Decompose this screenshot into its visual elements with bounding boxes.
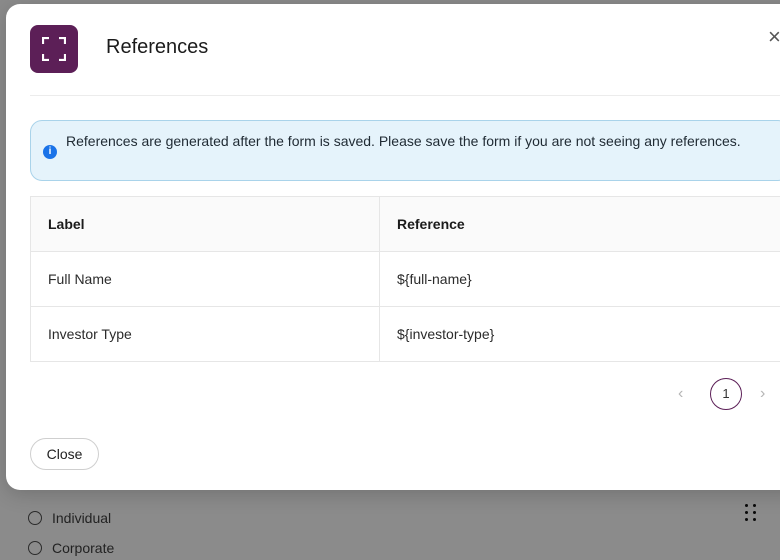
close-button[interactable]: Close [30, 438, 99, 470]
modal-title: References [106, 36, 209, 58]
reference-cell: ${full-name} [397, 271, 472, 287]
reference-cell: ${investor-type} [397, 326, 495, 342]
info-alert: i References are generated after the for… [30, 120, 780, 181]
references-modal: References × i References are generated … [6, 4, 780, 490]
previous-page-icon[interactable]: ‹ [678, 385, 683, 403]
column-header-reference: Reference [397, 216, 465, 232]
label-cell: Investor Type [30, 307, 380, 361]
table-row: Full Name ${full-name} [30, 252, 780, 307]
close-icon[interactable]: × [768, 24, 780, 50]
alert-message: References are generated after the form … [66, 133, 741, 149]
info-icon: i [43, 145, 57, 159]
column-header-label: Label [30, 197, 380, 251]
header-divider [30, 95, 780, 96]
label-cell: Full Name [30, 252, 380, 306]
table-header-row: Label Reference [30, 197, 780, 252]
page-number-button[interactable]: 1 [710, 378, 742, 410]
references-table: Label Reference Full Name ${full-name} I… [30, 196, 780, 362]
expand-icon [30, 25, 78, 73]
next-page-icon[interactable]: › [760, 385, 765, 403]
table-row: Investor Type ${investor-type} [30, 307, 780, 361]
